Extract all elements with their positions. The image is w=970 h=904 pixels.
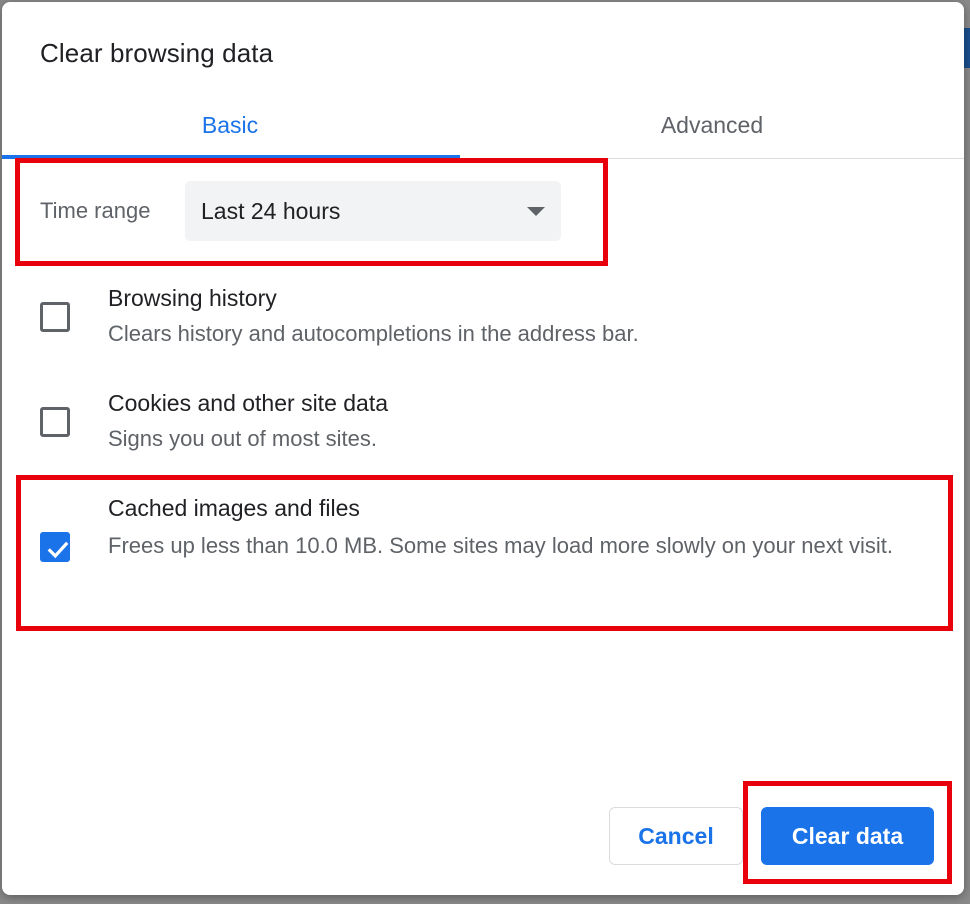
cancel-button[interactable]: Cancel xyxy=(609,807,743,865)
cached-images-description: Frees up less than 10.0 MB. Some sites m… xyxy=(108,533,893,558)
time-range-select[interactable]: Last 24 hours xyxy=(185,181,561,241)
cached-images-title: Cached images and files xyxy=(108,495,360,521)
clear-data-button[interactable]: Clear data xyxy=(761,807,934,865)
dialog-title: Clear browsing data xyxy=(40,38,274,68)
tab-basic[interactable]: Basic xyxy=(2,92,458,158)
tab-bar: Basic Advanced xyxy=(2,92,964,159)
clear-browsing-data-dialog: Clear browsing data Basic Advanced Time … xyxy=(2,2,964,895)
time-range-value: Last 24 hours xyxy=(201,198,341,224)
caret-down-icon xyxy=(527,207,545,216)
cookies-checkbox[interactable] xyxy=(40,407,70,437)
cached-images-checkbox[interactable] xyxy=(40,532,70,562)
checkmark-icon xyxy=(47,541,69,559)
browsing-history-checkbox[interactable] xyxy=(40,302,70,332)
cookies-description: Signs you out of most sites. xyxy=(108,426,378,451)
cookies-title: Cookies and other site data xyxy=(108,390,389,416)
browsing-history-title: Browsing history xyxy=(108,285,277,311)
background-window-edge xyxy=(964,28,970,68)
time-range-label: Time range xyxy=(40,198,151,223)
tab-advanced[interactable]: Advanced xyxy=(484,92,940,158)
browsing-history-description: Clears history and autocompletions in th… xyxy=(108,321,639,346)
active-tab-indicator xyxy=(2,155,460,159)
